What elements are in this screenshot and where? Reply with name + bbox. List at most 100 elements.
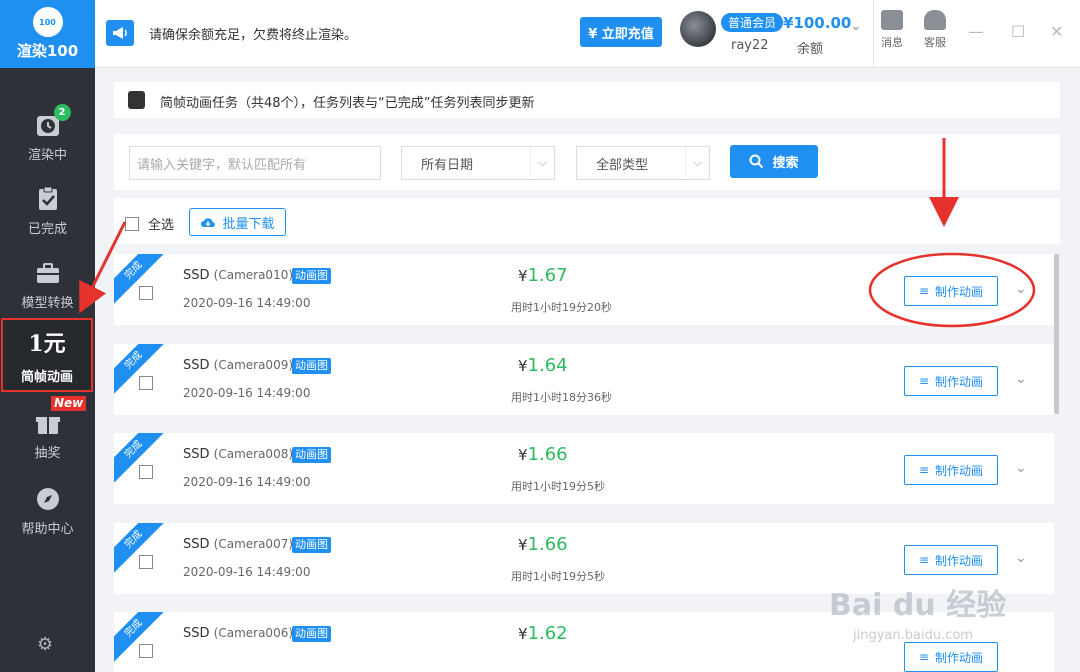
make-animation-label: 制作动画 bbox=[935, 650, 984, 665]
maximize-icon[interactable]: ☐ bbox=[1011, 22, 1025, 41]
minimize-icon[interactable]: — bbox=[968, 22, 984, 41]
keyword-search-input[interactable]: 请输入关键字，默认匹配所有 bbox=[129, 146, 381, 180]
camera-name: (Camera009) bbox=[213, 358, 294, 372]
list-icon: ≡ bbox=[918, 650, 930, 664]
type-select-value: 全部类型 bbox=[596, 157, 649, 173]
task-date: 2020-09-16 14:49:00 bbox=[183, 475, 311, 489]
sidebar-item-label: 简帧动画 bbox=[20, 369, 73, 385]
price-value: 1.62 bbox=[527, 623, 568, 644]
messages-label: 消息 bbox=[881, 36, 903, 49]
row-checkbox[interactable] bbox=[139, 555, 153, 569]
balance-label: 余额 bbox=[797, 42, 824, 57]
animation-tag: 动画图 bbox=[292, 447, 331, 463]
camera-name: (Camera008) bbox=[213, 447, 294, 461]
chevron-down-icon[interactable]: ⌄ bbox=[850, 18, 862, 34]
task-price: ¥1.64 bbox=[518, 355, 568, 376]
animation-tag: 动画图 bbox=[292, 626, 331, 642]
list-toolbar: 全选 批量下载 bbox=[114, 198, 1060, 244]
sidebar-item-label: 帮助中心 bbox=[21, 521, 74, 537]
megaphone-icon bbox=[106, 20, 134, 46]
briefcase-icon bbox=[35, 260, 61, 286]
task-price: ¥1.67 bbox=[518, 265, 568, 286]
gear-icon[interactable]: ⚙ bbox=[37, 634, 53, 655]
make-animation-button[interactable]: ≡ 制作动画 bbox=[904, 276, 998, 306]
make-animation-button[interactable]: ≡ 制作动画 bbox=[904, 455, 998, 485]
price-value: 1.67 bbox=[527, 265, 568, 286]
type-select[interactable]: 全部类型 ⌵ bbox=[576, 146, 710, 180]
make-animation-button[interactable]: ≡ 制作动画 bbox=[904, 366, 998, 396]
chevron-down-icon[interactable]: ⌄ bbox=[1015, 460, 1027, 476]
service-label: 客服 bbox=[924, 36, 946, 49]
task-date: 2020-09-16 14:49:00 bbox=[183, 565, 311, 579]
scrollbar-thumb[interactable] bbox=[1054, 254, 1059, 414]
task-title: SSD bbox=[183, 626, 210, 641]
make-animation-button[interactable]: ≡ 制作动画 bbox=[904, 545, 998, 575]
task-row: 完成 SSD (Camera010) 动画图 2020-09-16 14:49:… bbox=[114, 254, 1054, 325]
row-checkbox[interactable] bbox=[139, 465, 153, 479]
divider bbox=[873, 0, 874, 68]
messages-button[interactable]: 消息 bbox=[878, 10, 906, 50]
sidebar: 100 渲染100 2 渲染中 已完成 模型转换 1元 简帧动画 抽奖 New bbox=[0, 0, 95, 672]
task-name: SSD (Camera008) bbox=[183, 447, 293, 462]
recharge-button[interactable]: ¥ 立即充值 bbox=[580, 17, 662, 47]
yen-sign: ¥ bbox=[518, 536, 528, 554]
date-select-value: 所有日期 bbox=[421, 157, 474, 173]
select-all-label: 全选 bbox=[148, 218, 175, 233]
customer-service-button[interactable]: 客服 bbox=[921, 10, 949, 50]
row-checkbox[interactable] bbox=[139, 644, 153, 658]
balance-amount: ¥100.00 bbox=[783, 14, 852, 32]
task-row: 完成 SSD (Camera008) 动画图 2020-09-16 14:49:… bbox=[114, 433, 1054, 504]
app-logo: 100 渲染100 bbox=[0, 0, 95, 68]
date-select[interactable]: 所有日期 ⌵ bbox=[401, 146, 555, 180]
list-icon: ≡ bbox=[918, 374, 930, 388]
task-date: 2020-09-16 14:49:00 bbox=[183, 386, 311, 400]
list-icon: ≡ bbox=[918, 463, 930, 477]
make-animation-button[interactable]: ≡ 制作动画 bbox=[904, 642, 998, 672]
animation-tag: 动画图 bbox=[292, 537, 331, 553]
sidebar-item-help[interactable]: 帮助中心 bbox=[0, 476, 95, 546]
search-button[interactable]: 搜索 bbox=[730, 145, 818, 178]
one-yuan-label: 1元 bbox=[28, 330, 66, 357]
notice-text: 请确保余额充足，欠费将终止渲染。 bbox=[149, 28, 358, 43]
username: ray22 bbox=[731, 38, 769, 53]
checkbox[interactable] bbox=[125, 216, 139, 231]
sidebar-item-frame-animation[interactable]: 1元 简帧动画 bbox=[1, 318, 93, 392]
batch-download-label: 批量下载 bbox=[222, 216, 275, 232]
stopwatch-icon bbox=[128, 91, 145, 109]
row-checkbox[interactable] bbox=[139, 376, 153, 390]
task-name: SSD (Camera006) bbox=[183, 626, 293, 641]
sidebar-item-model-convert[interactable]: 模型转换 bbox=[0, 250, 95, 320]
select-all-checkbox[interactable]: 全选 bbox=[125, 214, 174, 233]
task-price: ¥1.66 bbox=[518, 444, 568, 465]
task-name: SSD (Camera009) bbox=[183, 358, 293, 373]
baidu-watermark-url: jingyan.baidu.com bbox=[853, 628, 973, 643]
make-animation-label: 制作动画 bbox=[935, 284, 984, 299]
close-icon[interactable]: ✕ bbox=[1050, 22, 1063, 41]
yen-sign: ¥ bbox=[518, 267, 528, 285]
price-value: 1.64 bbox=[527, 355, 568, 376]
make-animation-label: 制作动画 bbox=[935, 374, 984, 389]
task-title: SSD bbox=[183, 447, 210, 462]
chevron-down-icon[interactable]: ⌄ bbox=[1015, 281, 1027, 297]
clock-icon: 2 bbox=[35, 103, 71, 138]
animation-tag: 动画图 bbox=[292, 268, 331, 284]
task-duration: 用时1小时19分5秒 bbox=[511, 480, 605, 493]
row-checkbox[interactable] bbox=[139, 286, 153, 300]
avatar[interactable] bbox=[680, 11, 716, 47]
batch-download-button[interactable]: 批量下载 bbox=[189, 208, 286, 236]
sidebar-item-rendering[interactable]: 2 渲染中 bbox=[0, 102, 95, 172]
compass-icon bbox=[35, 486, 61, 512]
new-tag: New bbox=[51, 396, 87, 411]
sidebar-item-label: 渲染中 bbox=[27, 147, 67, 163]
camera-name: (Camera006) bbox=[213, 626, 294, 640]
task-duration: 用时1小时18分36秒 bbox=[511, 391, 612, 404]
rendering-count-badge: 2 bbox=[53, 103, 71, 121]
chevron-down-icon[interactable]: ⌄ bbox=[1015, 371, 1027, 387]
chevron-down-icon: ⌵ bbox=[685, 147, 709, 179]
chevron-down-icon[interactable]: ⌄ bbox=[1015, 550, 1027, 566]
cloud-download-icon bbox=[201, 218, 216, 228]
sidebar-item-label: 抽奖 bbox=[34, 445, 61, 461]
chevron-down-icon: ⌵ bbox=[530, 147, 554, 179]
logo-text: 渲染100 bbox=[16, 42, 79, 60]
sidebar-item-completed[interactable]: 已完成 bbox=[0, 176, 95, 246]
